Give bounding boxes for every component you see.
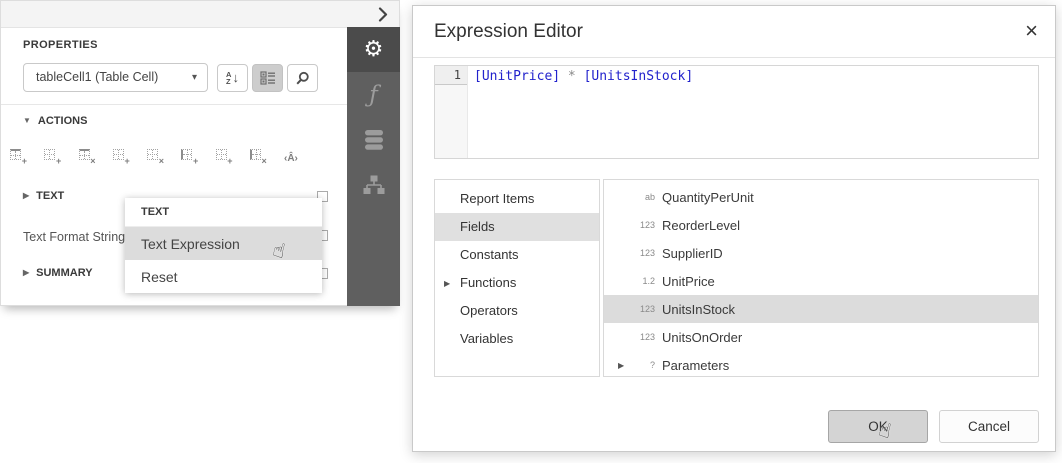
context-menu-header: TEXT bbox=[125, 198, 322, 227]
delete-cell-icon[interactable]: × bbox=[147, 148, 162, 163]
cancel-button[interactable]: Cancel bbox=[939, 410, 1039, 443]
sort-az-icon: A Z ↓ bbox=[226, 71, 239, 85]
sort-letter-z: Z bbox=[226, 78, 231, 85]
text-section-title: TEXT bbox=[36, 190, 64, 202]
selected-control-value: tableCell1 (Table Cell) bbox=[36, 70, 158, 84]
menu-item-text-expression[interactable]: Text Expression bbox=[125, 227, 322, 260]
integer-type-icon: 123 bbox=[631, 332, 655, 342]
tab-properties[interactable]: ⚙ bbox=[347, 27, 400, 72]
expression-operator: * bbox=[560, 69, 583, 84]
editor-gutter: 1 bbox=[435, 66, 468, 158]
expression-field-1: [UnitPrice] bbox=[474, 69, 560, 84]
sort-arrow-down: ↓ bbox=[232, 72, 239, 84]
insert-row-above-icon[interactable]: + bbox=[10, 148, 25, 163]
expression-code-editor[interactable]: 1 [UnitPrice] * [UnitsInStock] bbox=[434, 65, 1039, 159]
search-icon bbox=[295, 71, 310, 86]
caret-right-icon[interactable]: ▶ bbox=[444, 270, 450, 298]
category-report-items[interactable]: Report Items bbox=[435, 185, 599, 213]
category-constants[interactable]: Constants bbox=[435, 241, 599, 269]
category-functions[interactable]: ▶Functions bbox=[435, 269, 599, 297]
line-number: 1 bbox=[435, 66, 467, 85]
gear-icon: ⚙ bbox=[364, 39, 384, 61]
panel-topbar bbox=[1, 1, 399, 28]
text-section-header[interactable]: ▶ TEXT bbox=[23, 190, 64, 202]
actions-section-header[interactable]: ▼ ACTIONS bbox=[23, 115, 87, 127]
property-grid-icon bbox=[260, 71, 276, 85]
expression-field-2: [UnitsInStock] bbox=[584, 69, 694, 84]
expression-text[interactable]: [UnitPrice] * [UnitsInStock] bbox=[468, 66, 1038, 158]
category-list: Report Items Fields Constants ▶Functions… bbox=[434, 179, 600, 377]
insert-column-right-icon[interactable]: + bbox=[216, 148, 231, 163]
integer-type-icon: 123 bbox=[631, 304, 655, 314]
menu-item-reset[interactable]: Reset bbox=[125, 260, 322, 293]
sort-properties-button[interactable]: A Z ↓ bbox=[217, 64, 248, 92]
field-unitsinstock[interactable]: 123 UnitsInStock bbox=[604, 295, 1038, 323]
dialog-title: Expression Editor bbox=[434, 6, 583, 58]
properties-title: PROPERTIES bbox=[23, 39, 98, 51]
decimal-type-icon: 1.2 bbox=[631, 276, 655, 286]
divider bbox=[1, 104, 348, 105]
summary-section-title: SUMMARY bbox=[36, 267, 92, 279]
function-icon: ƒ bbox=[369, 82, 378, 108]
field-reorderlevel[interactable]: 123 ReorderLevel bbox=[604, 211, 1038, 239]
field-list: ab QuantityPerUnit 123 ReorderLevel 123 … bbox=[603, 179, 1039, 377]
selected-control-dropdown[interactable]: tableCell1 (Table Cell) ▾ bbox=[23, 63, 208, 92]
summary-section-header[interactable]: ▶ SUMMARY bbox=[23, 267, 93, 279]
text-context-menu: TEXT Text Expression Reset bbox=[125, 198, 322, 293]
delete-column-icon[interactable]: × bbox=[250, 148, 265, 163]
insert-row-below-icon[interactable]: + bbox=[44, 148, 59, 163]
field-supplierid[interactable]: 123 SupplierID bbox=[604, 239, 1038, 267]
integer-type-icon: 123 bbox=[631, 220, 655, 230]
caret-right-icon[interactable]: ▶ bbox=[618, 361, 631, 370]
dock-tab-strip: ⚙ ƒ bbox=[347, 27, 400, 306]
database-icon bbox=[364, 129, 384, 151]
close-icon[interactable]: × bbox=[1025, 6, 1038, 56]
auto-width-icon[interactable]: ‹Â› bbox=[284, 148, 306, 163]
dialog-header: Expression Editor × bbox=[413, 6, 1055, 58]
caret-down-icon: ▼ bbox=[23, 116, 31, 125]
collapse-panel-icon[interactable] bbox=[378, 7, 388, 27]
search-properties-button[interactable] bbox=[287, 64, 318, 92]
insert-cell-icon[interactable]: + bbox=[113, 148, 128, 163]
insert-column-left-icon[interactable]: + bbox=[181, 148, 196, 163]
tab-expressions[interactable]: ƒ bbox=[347, 72, 400, 117]
parameter-type-icon: ? bbox=[631, 360, 655, 370]
string-type-icon: ab bbox=[631, 192, 655, 202]
category-fields[interactable]: Fields bbox=[435, 213, 599, 241]
table-actions-toolbar: + + × + × + + × ‹Â› bbox=[10, 148, 306, 163]
expression-editor-dialog: Expression Editor × 1 [UnitPrice] * [Uni… bbox=[412, 5, 1056, 452]
field-unitprice[interactable]: 1.2 UnitPrice bbox=[604, 267, 1038, 295]
tree-icon bbox=[363, 175, 385, 195]
screen: PROPERTIES tableCell1 (Table Cell) ▾ A Z… bbox=[0, 0, 1062, 463]
category-operators[interactable]: Operators bbox=[435, 297, 599, 325]
tab-field-list[interactable] bbox=[347, 117, 400, 162]
property-grid-view-button[interactable] bbox=[252, 64, 283, 92]
integer-type-icon: 123 bbox=[631, 248, 655, 258]
field-unitsonorder[interactable]: 123 UnitsOnOrder bbox=[604, 323, 1038, 351]
tab-report-explorer[interactable] bbox=[347, 162, 400, 207]
delete-row-icon[interactable]: × bbox=[79, 148, 94, 163]
category-variables[interactable]: Variables bbox=[435, 325, 599, 353]
properties-panel: PROPERTIES tableCell1 (Table Cell) ▾ A Z… bbox=[0, 0, 400, 306]
text-format-string-label: Text Format String bbox=[23, 230, 125, 244]
actions-title: ACTIONS bbox=[38, 115, 88, 127]
caret-right-icon: ▶ bbox=[23, 191, 29, 200]
chevron-down-icon: ▾ bbox=[192, 64, 197, 91]
caret-right-icon: ▶ bbox=[23, 268, 29, 277]
field-quantityperunit[interactable]: ab QuantityPerUnit bbox=[604, 183, 1038, 211]
field-parameters[interactable]: ▶ ? Parameters bbox=[604, 351, 1038, 379]
